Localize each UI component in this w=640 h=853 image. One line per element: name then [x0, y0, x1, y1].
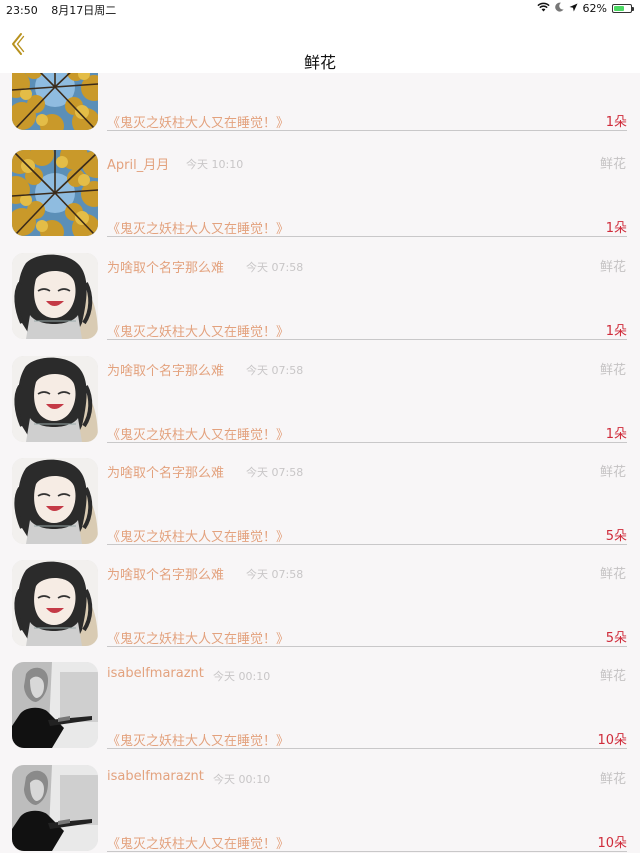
flower-count: 1朵 [605, 324, 627, 339]
flower-count: 1朵 [605, 115, 627, 130]
divider [107, 646, 627, 647]
gift-type-label: 鲜花 [599, 465, 626, 480]
gift-type-label: 鲜花 [599, 157, 626, 172]
nav-bar: 鲜花 [0, 17, 640, 73]
list-item[interactable]: 为啥取个名字那么难 今天 07:58 鲜花《鬼灭之妖柱大人又在睡觉！》 5朵 [0, 458, 640, 560]
book-title-link[interactable]: 《鬼灭之妖柱大人又在睡觉！》 [107, 833, 289, 852]
username[interactable]: 为啥取个名字那么难 [107, 360, 224, 379]
flower-count: 10朵 [597, 836, 627, 851]
gift-type-label: 鲜花 [599, 772, 626, 787]
book-title-link[interactable]: 《鬼灭之妖柱大人又在睡觉！》 [107, 321, 289, 340]
timestamp: 今天 00:10 [213, 670, 271, 683]
flower-count: 5朵 [605, 529, 627, 544]
avatar[interactable] [12, 73, 98, 130]
book-title-link[interactable]: 《鬼灭之妖柱大人又在睡觉！》 [107, 218, 289, 237]
status-date: 8月17日周二 [51, 4, 117, 17]
gift-type-label: 鲜花 [599, 669, 626, 684]
flower-count: 1朵 [605, 221, 627, 236]
status-bar: 23:50 8月17日周二 62% [0, 0, 640, 17]
gift-type-label: 鲜花 [599, 363, 626, 378]
flower-count: 10朵 [597, 733, 627, 748]
list-item[interactable]: April_月月 今天 10:10 鲜花《鬼灭之妖柱大人又在睡觉！》 1朵 [0, 150, 640, 252]
username[interactable]: 为啥取个名字那么难 [107, 564, 224, 583]
avatar[interactable] [12, 560, 98, 646]
divider [107, 748, 627, 749]
list-item[interactable]: 为啥取个名字那么难 今天 07:58 鲜花《鬼灭之妖柱大人又在睡觉！》 5朵 [0, 560, 640, 662]
list-item[interactable]: 《鬼灭之妖柱大人又在睡觉！》 1朵 [0, 73, 640, 146]
flower-count: 1朵 [605, 427, 627, 442]
divider [107, 544, 627, 545]
timestamp: 今天 10:10 [186, 158, 244, 171]
timestamp: 今天 00:10 [213, 773, 271, 786]
avatar[interactable] [12, 458, 98, 544]
avatar[interactable] [12, 253, 98, 339]
avatar[interactable] [12, 150, 98, 236]
divider [107, 442, 627, 443]
username[interactable]: isabelfmaraznt [107, 666, 204, 681]
moon-icon [554, 2, 564, 15]
battery-percent: 62% [582, 2, 607, 15]
book-title-link[interactable]: 《鬼灭之妖柱大人又在睡觉！》 [107, 112, 289, 131]
status-left: 23:50 8月17日周二 [6, 2, 116, 18]
page-title: 鲜花 [303, 53, 336, 72]
book-title-link[interactable]: 《鬼灭之妖柱大人又在睡觉！》 [107, 730, 289, 749]
book-title-link[interactable]: 《鬼灭之妖柱大人又在睡觉！》 [107, 628, 289, 647]
avatar[interactable] [12, 356, 98, 442]
avatar[interactable] [12, 765, 98, 851]
divider [107, 339, 627, 340]
status-right: 62% [532, 2, 634, 15]
list-item[interactable]: isabelfmaraznt 今天 00:10 鲜花《鬼灭之妖柱大人又在睡觉！》 10… [0, 765, 640, 853]
battery-icon [612, 4, 634, 13]
username[interactable]: 为啥取个名字那么难 [107, 257, 224, 276]
list-item[interactable]: 为啥取个名字那么难 今天 07:58 鲜花《鬼灭之妖柱大人又在睡觉！》 1朵 [0, 356, 640, 458]
username[interactable]: isabelfmaraznt [107, 769, 204, 784]
timestamp: 今天 07:58 [246, 568, 304, 581]
flower-gift-list: 《鬼灭之妖柱大人又在睡觉！》 1朵 April_月月 今天 10:10 鲜花 《鬼灭之妖柱… [0, 73, 640, 853]
timestamp: 今天 07:58 [246, 466, 304, 479]
list-item[interactable]: isabelfmaraznt 今天 00:10 鲜花《鬼灭之妖柱大人又在睡觉！》 10… [0, 662, 640, 764]
list-item[interactable]: 为啥取个名字那么难 今天 07:58 鲜花《鬼灭之妖柱大人又在睡觉！》 1朵 [0, 253, 640, 355]
book-title-link[interactable]: 《鬼灭之妖柱大人又在睡觉！》 [107, 424, 289, 443]
timestamp: 今天 07:58 [246, 364, 304, 377]
status-time: 23:50 [6, 4, 38, 17]
timestamp: 今天 07:58 [246, 261, 304, 274]
flower-count: 5朵 [605, 631, 627, 646]
book-title-link[interactable]: 《鬼灭之妖柱大人又在睡觉！》 [107, 526, 289, 545]
divider [107, 851, 627, 852]
battery-fill [614, 6, 624, 11]
divider [107, 130, 627, 131]
username[interactable]: April_月月 [107, 154, 169, 173]
avatar[interactable] [12, 662, 98, 748]
location-arrow-icon [569, 2, 578, 15]
username[interactable]: 为啥取个名字那么难 [107, 462, 224, 481]
gift-type-label: 鲜花 [599, 567, 626, 582]
gift-type-label: 鲜花 [599, 260, 626, 275]
wifi-icon [536, 2, 550, 15]
divider [107, 236, 627, 237]
